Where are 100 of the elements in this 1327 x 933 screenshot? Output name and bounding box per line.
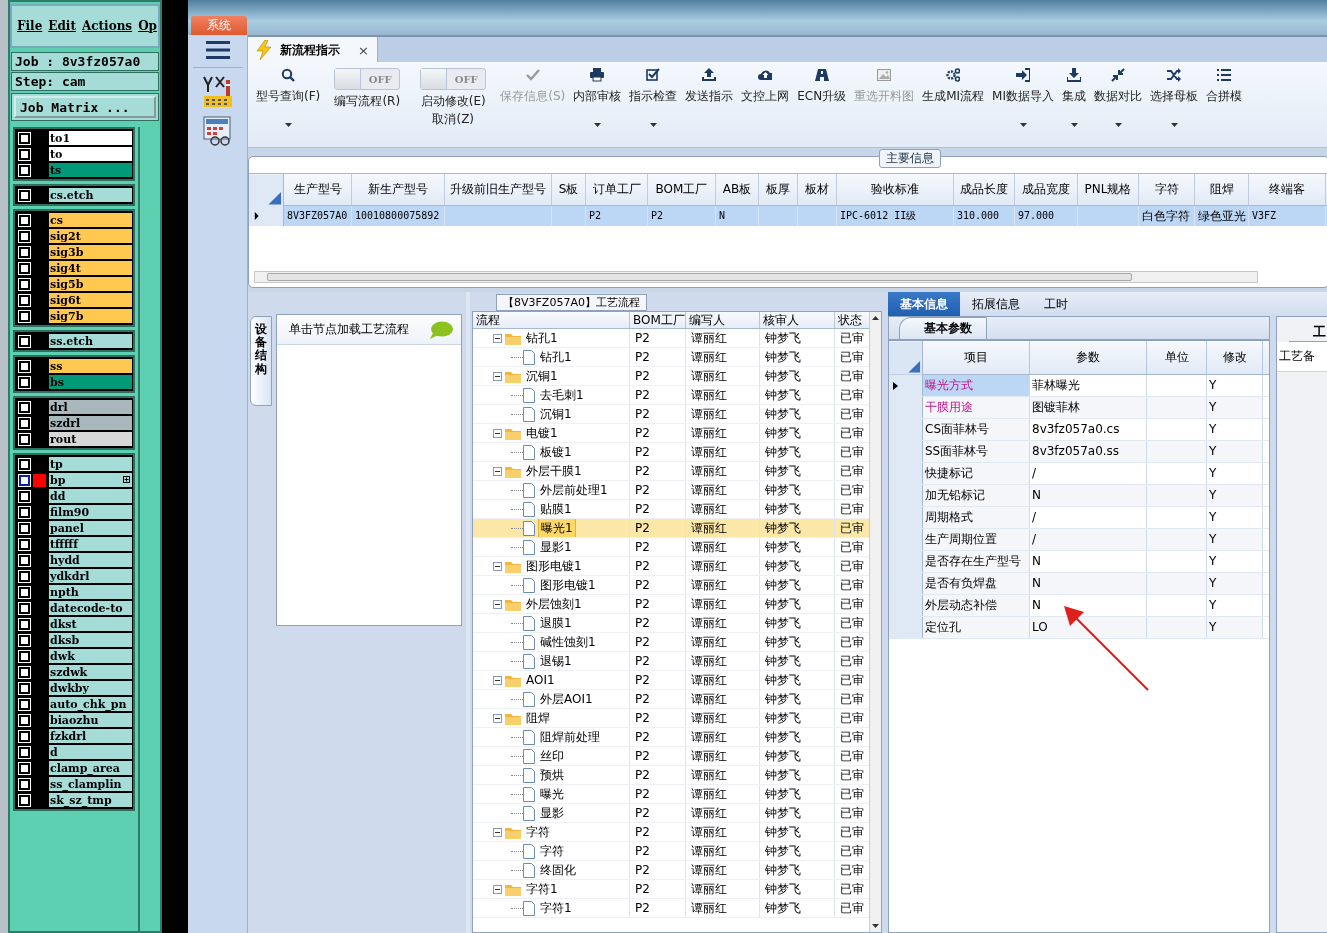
- column-header[interactable]: 单位: [1147, 341, 1207, 374]
- layer-checkbox[interactable]: [18, 309, 31, 323]
- layer-checkbox[interactable]: [18, 665, 31, 679]
- toolbar-button[interactable]: 指示检查: [625, 66, 682, 147]
- tree-row[interactable]: 显影1 P2 谭丽红 钟梦飞 已审: [473, 538, 869, 557]
- column-header[interactable]: 成品长度: [954, 174, 1015, 205]
- tab[interactable]: 拓展信息: [960, 292, 1032, 316]
- tree-row[interactable]: 图形电镀1 P2 谭丽红 钟梦飞 已审: [473, 576, 869, 595]
- layer-name[interactable]: auto_chk_pn: [49, 696, 132, 712]
- column-header[interactable]: 订单工厂: [586, 174, 648, 205]
- tree-row[interactable]: 碱性蚀刻1 P2 谭丽红 钟梦飞 已审: [473, 633, 869, 652]
- table-row[interactable]: SS面菲林号 8v3fz057a0.ss Y: [889, 441, 1269, 463]
- tree-row[interactable]: 外层前处理1 P2 谭丽红 钟梦飞 已审: [473, 481, 869, 500]
- table-row[interactable]: 加无铅标记 N Y: [889, 485, 1269, 507]
- tree-row[interactable]: 预烘 P2 谭丽红 钟梦飞 已审: [473, 766, 869, 785]
- layer-checkbox[interactable]: [18, 569, 31, 583]
- column-header[interactable]: 流程: [473, 312, 630, 328]
- toolbar-button[interactable]: 数据对比: [1090, 66, 1146, 147]
- tree-row[interactable]: 去毛刺1 P2 谭丽红 钟梦飞 已审: [473, 386, 869, 405]
- layer-name[interactable]: npth: [49, 584, 132, 600]
- layer-checkbox[interactable]: [18, 163, 31, 177]
- layer-checkbox[interactable]: [18, 793, 31, 807]
- layer-checkbox[interactable]: [18, 131, 31, 145]
- column-header[interactable]: 板材: [798, 174, 837, 205]
- column-header[interactable]: 终端客: [1249, 174, 1326, 205]
- column-header[interactable]: 生产型号: [284, 174, 352, 205]
- tab[interactable]: 基本参数: [899, 317, 987, 339]
- tree-row[interactable]: 丝印 P2 谭丽红 钟梦飞 已审: [473, 747, 869, 766]
- layer-checkbox[interactable]: [18, 633, 31, 647]
- toolbar-button[interactable]: 型号查询(F): [252, 66, 325, 147]
- layer-checkbox[interactable]: [18, 697, 31, 711]
- layer-name[interactable]: to1: [49, 130, 132, 146]
- layer-checkbox[interactable]: [18, 277, 31, 291]
- layer-name[interactable]: ts: [49, 162, 132, 178]
- layer-checkbox[interactable]: [18, 537, 31, 551]
- layer-checkbox[interactable]: [18, 188, 31, 202]
- column-header[interactable]: 项目: [923, 341, 1030, 374]
- tree-row[interactable]: 阻焊前处理 P2 谭丽红 钟梦飞 已审: [473, 728, 869, 747]
- column-header[interactable]: 修改: [1207, 341, 1263, 374]
- tree-row[interactable]: 显影 P2 谭丽红 钟梦飞 已审: [473, 804, 869, 823]
- layer-name[interactable]: dwkby: [49, 680, 132, 696]
- tree-row[interactable]: 字符1 P2 谭丽红 钟梦飞 已审: [473, 899, 869, 918]
- toolbar-label[interactable]: 启动修改(E): [420, 94, 486, 108]
- layer-checkbox[interactable]: [18, 293, 31, 307]
- layer-name[interactable]: d: [49, 744, 132, 760]
- layer-name[interactable]: bp: [49, 472, 132, 488]
- toolbar-button[interactable]: 生成MI流程: [918, 66, 989, 147]
- layer-name[interactable]: sig6t: [49, 292, 132, 308]
- layer-checkbox[interactable]: [18, 777, 31, 791]
- layer-name[interactable]: rout: [49, 431, 132, 447]
- table-row[interactable]: 是否有负焊盘 N Y: [889, 573, 1269, 595]
- tree-row[interactable]: 字符1 P2 谭丽红 钟梦飞 已审: [473, 880, 869, 899]
- tree-row[interactable]: 板镀1 P2 谭丽红 钟梦飞 已审: [473, 443, 869, 462]
- table-row[interactable]: 生产周期位置 / Y: [889, 529, 1269, 551]
- tree-row[interactable]: 曝光1 P2 谭丽红 钟梦飞 已审: [473, 519, 869, 538]
- layer-name[interactable]: drl: [49, 399, 132, 415]
- layer-checkbox[interactable]: [18, 416, 31, 430]
- layer-checkbox[interactable]: [18, 213, 31, 227]
- toolbar-button[interactable]: 合拼模: [1202, 66, 1246, 147]
- layer-checkbox[interactable]: [18, 745, 31, 759]
- layer-name[interactable]: dkst: [49, 616, 132, 632]
- layer-name[interactable]: film90: [49, 504, 132, 520]
- tree-row[interactable]: 图形电镀1 P2 谭丽红 钟梦飞 已审: [473, 557, 869, 576]
- layer-name[interactable]: tp: [49, 456, 132, 472]
- tree-row[interactable]: AOI1 P2 谭丽红 钟梦飞 已审: [473, 671, 869, 690]
- layer-checkbox[interactable]: [18, 713, 31, 727]
- tree-row[interactable]: 字符 P2 谭丽红 钟梦飞 已审: [473, 842, 869, 861]
- tab[interactable]: 基本信息: [888, 292, 960, 316]
- column-header[interactable]: PNL规格: [1078, 174, 1139, 205]
- column-header[interactable]: BOM工厂: [648, 174, 716, 205]
- layer-checkbox[interactable]: [18, 601, 31, 615]
- column-header[interactable]: 核审人: [760, 312, 835, 328]
- toolbar-label[interactable]: 取消(Z): [432, 112, 475, 126]
- layer-name[interactable]: bs: [49, 374, 132, 390]
- layer-checkbox[interactable]: [18, 457, 31, 471]
- layer-checkbox[interactable]: [18, 229, 31, 243]
- layer-name[interactable]: sig7b: [49, 308, 132, 324]
- layer-checkbox[interactable]: [18, 261, 31, 275]
- column-header[interactable]: 参数: [1030, 341, 1147, 374]
- layer-name[interactable]: sig4t: [49, 260, 132, 276]
- column-header[interactable]: 板厚: [759, 174, 798, 205]
- tree-row[interactable]: 电镀1 P2 谭丽红 钟梦飞 已审: [473, 424, 869, 443]
- close-button[interactable]: ×: [358, 42, 369, 58]
- layer-checkbox[interactable]: [18, 505, 31, 519]
- layer-checkbox[interactable]: [18, 245, 31, 259]
- tree-row[interactable]: 曝光 P2 谭丽红 钟梦飞 已审: [473, 785, 869, 804]
- layer-checkbox[interactable]: [18, 473, 31, 487]
- toolbar-button[interactable]: 选择母板: [1146, 66, 1202, 147]
- tab[interactable]: 工时: [1032, 292, 1080, 316]
- column-header[interactable]: AB板: [716, 174, 759, 205]
- toolbar-button[interactable]: 集成: [1058, 66, 1090, 147]
- layer-name[interactable]: dd: [49, 488, 132, 504]
- table-row[interactable]: 干膜用途 图镀菲林 Y: [889, 397, 1269, 419]
- menu-item[interactable]: Actions: [81, 19, 133, 33]
- column-header[interactable]: 成品宽度: [1015, 174, 1078, 205]
- layer-checkbox[interactable]: [18, 585, 31, 599]
- toolbar-button[interactable]: 发送指示: [681, 66, 738, 147]
- toolbar-button[interactable]: 内部审核: [569, 66, 626, 147]
- job-matrix-button[interactable]: Job Matrix ...: [14, 96, 156, 118]
- menu-item[interactable]: File: [17, 19, 43, 33]
